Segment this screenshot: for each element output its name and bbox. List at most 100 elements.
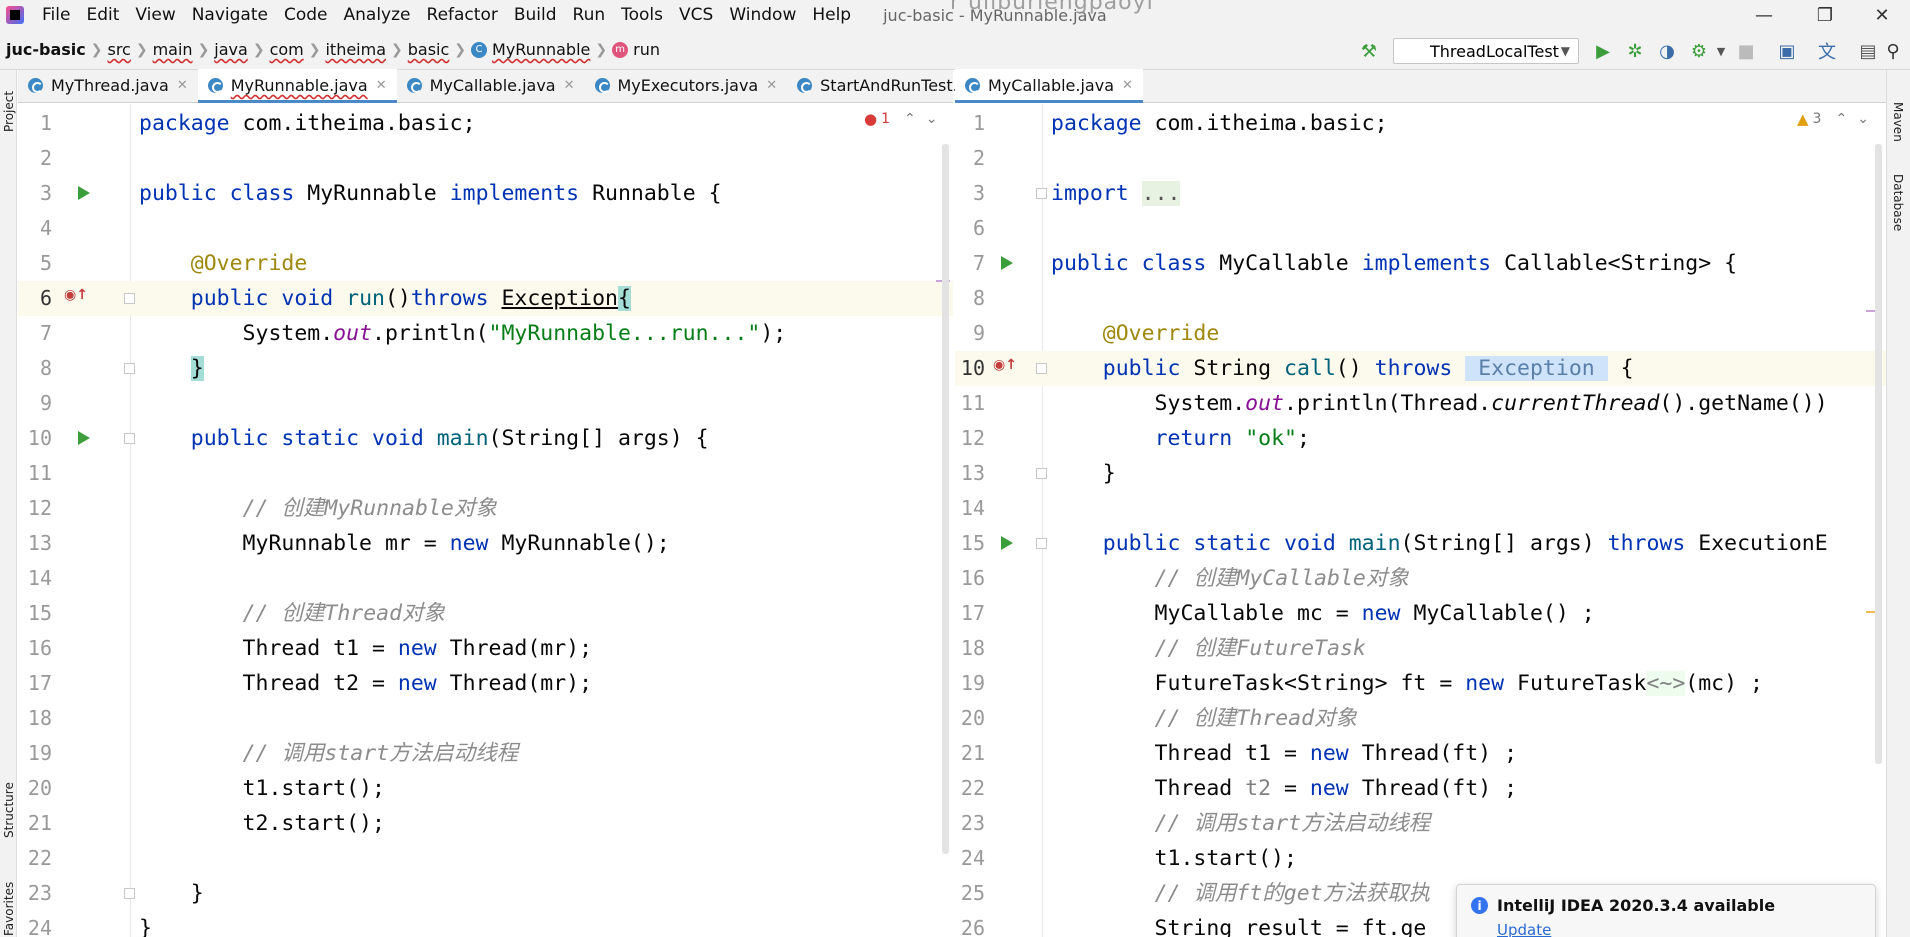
close-icon[interactable]: ✕ <box>177 78 188 93</box>
search-icon[interactable]: ⚲ <box>1880 38 1906 64</box>
tab-myrunnable[interactable]: MyRunnable.java ✕ <box>197 69 397 103</box>
close-icon[interactable]: ✕ <box>564 78 575 93</box>
fold-icon[interactable] <box>1036 538 1047 549</box>
code-line: 2 <box>955 141 1886 176</box>
code-text: // 创建FutureTask <box>1154 636 1366 661</box>
tab-mycallable-left[interactable]: MyCallable.java ✕ <box>397 69 585 102</box>
code-text: public static void main(String[] args) t… <box>1102 531 1828 556</box>
warning-icon: ▲ <box>1797 110 1809 128</box>
fold-icon[interactable] <box>124 433 135 444</box>
breadcrumb-project[interactable]: juc-basic <box>6 40 86 59</box>
menu-file[interactable]: File <box>34 0 78 30</box>
next-highlight-icon[interactable]: ⌄ <box>1857 111 1869 127</box>
menu-refactor[interactable]: Refactor <box>419 0 506 30</box>
code-text: System.out.println(Thread.currentThread(… <box>1051 391 1828 416</box>
run-gutter-icon[interactable] <box>1001 536 1013 550</box>
code-line: 19 // 调用start方法启动线程 <box>18 736 953 771</box>
fold-icon[interactable] <box>1036 363 1047 374</box>
breadcrumb-item-com[interactable]: ❯ com <box>248 40 304 59</box>
breadcrumb-item-itheima[interactable]: ❯ itheima <box>304 40 386 59</box>
tab-label: MyRunnable.java <box>230 76 368 95</box>
tab-mycallable-right[interactable]: MyCallable.java ✕ <box>955 69 1143 103</box>
menu-navigate[interactable]: Navigate <box>184 0 276 30</box>
run-icon[interactable]: ▶ <box>1590 38 1616 64</box>
next-highlight-icon[interactable]: ⌄ <box>926 111 938 127</box>
database-tool-button[interactable]: Database <box>1891 174 1905 231</box>
error-icon: ● <box>864 110 878 128</box>
run-gutter-icon[interactable] <box>1001 256 1013 270</box>
breadcrumb-item-java[interactable]: ❯ java <box>193 40 248 59</box>
tab-mythread[interactable]: MyThread.java ✕ <box>18 69 198 102</box>
vertical-scrollbar[interactable] <box>942 144 949 854</box>
left-editor[interactable]: 1 package com.itheima.basic; 2 3 public cl… <box>18 104 953 937</box>
breadcrumb-item-method[interactable]: ❯ m run <box>590 40 660 59</box>
update-link[interactable]: Update <box>1497 921 1551 937</box>
code-line: 22 <box>18 841 953 876</box>
vertical-scrollbar[interactable] <box>1875 144 1882 764</box>
coverage-icon[interactable]: ◑ <box>1654 38 1680 64</box>
breadcrumb-label: run <box>633 40 660 59</box>
breadcrumb-label: java <box>214 40 248 59</box>
breadcrumb-item-main[interactable]: ❯ main <box>131 40 193 59</box>
code-text: public class MyCallable implements Calla… <box>1051 251 1738 276</box>
menu-build[interactable]: Build <box>506 0 565 30</box>
breadcrumb-item-src[interactable]: ❯ src <box>86 40 131 59</box>
menu-code[interactable]: Code <box>276 0 336 30</box>
menu-view[interactable]: View <box>127 0 183 30</box>
breadcrumb-item-class[interactable]: ❯ C MyRunnable <box>449 40 590 59</box>
line-number: 19 <box>960 671 985 695</box>
favorites-tool-button[interactable]: Favorites <box>2 882 16 936</box>
translate-icon[interactable]: 文 <box>1814 38 1840 64</box>
intellij-logo-icon[interactable] <box>6 6 24 24</box>
menu-run[interactable]: Run <box>565 0 614 30</box>
implements-method-icon[interactable]: ◉↑ <box>64 287 88 303</box>
inspection-widget[interactable]: ● 1 ⌃ ⌄ <box>864 110 937 128</box>
close-icon[interactable]: ✕ <box>766 78 777 93</box>
close-window-icon[interactable]: ✕ <box>1854 0 1910 30</box>
run-gutter-icon[interactable] <box>78 431 90 445</box>
minimize-icon[interactable]: — <box>1736 0 1792 30</box>
line-number: 6 <box>972 216 985 240</box>
line-number: 11 <box>27 461 52 485</box>
breadcrumb-label: src <box>107 40 131 59</box>
error-count: 1 <box>881 111 891 127</box>
menu-help[interactable]: Help <box>804 0 859 30</box>
run-gutter-icon[interactable] <box>78 186 90 200</box>
project-structure-icon[interactable]: ▣ <box>1774 38 1800 64</box>
debug-icon[interactable]: ✲ <box>1622 38 1648 64</box>
previous-highlight-icon[interactable]: ⌃ <box>1835 111 1847 127</box>
fold-icon[interactable] <box>1036 468 1047 479</box>
structure-tool-button[interactable]: Structure <box>2 782 16 838</box>
class-icon <box>797 78 813 93</box>
implements-method-icon[interactable]: ◉↑ <box>993 357 1017 373</box>
right-editor[interactable]: 1 package com.itheima.basic; 2 3 import ..… <box>955 104 1886 937</box>
fold-icon[interactable] <box>124 888 135 899</box>
line-number: 21 <box>960 741 985 765</box>
maven-tool-button[interactable]: Maven <box>1891 102 1905 142</box>
close-icon[interactable]: ✕ <box>376 78 387 93</box>
line-number: 25 <box>960 881 985 905</box>
menu-tools[interactable]: Tools <box>613 0 671 30</box>
close-icon[interactable]: ✕ <box>1122 78 1133 93</box>
previous-highlight-icon[interactable]: ⌃ <box>904 111 916 127</box>
more-run-chevron-icon[interactable]: ▼ <box>1708 38 1734 64</box>
update-notification[interactable]: i IntelliJ IDEA 2020.3.4 available Updat… <box>1456 884 1876 937</box>
menu-edit[interactable]: Edit <box>78 0 127 30</box>
tab-myexecutors[interactable]: MyExecutors.java ✕ <box>585 69 788 102</box>
menu-window[interactable]: Window <box>721 0 804 30</box>
build-hammer-icon[interactable]: ⚒ <box>1356 38 1382 64</box>
expand-fold-icon[interactable] <box>1036 188 1047 199</box>
code-text: // 调用ft的get方法获取执 <box>1154 881 1431 906</box>
menu-vcs[interactable]: VCS <box>671 0 721 30</box>
fold-icon[interactable] <box>124 363 135 374</box>
stop-icon[interactable]: ■ <box>1733 38 1759 64</box>
project-tool-button[interactable]: Project <box>2 91 16 132</box>
restore-icon[interactable]: ❐ <box>1797 0 1853 30</box>
left-editor-tabbar: MyThread.java ✕ MyRunnable.java ✕ MyCallab… <box>18 69 984 103</box>
run-configuration-select[interactable]: ThreadLocalTest ▼ <box>1393 38 1579 64</box>
inspection-widget[interactable]: ▲ 3 ⌃ ⌄ <box>1797 110 1869 128</box>
fold-icon[interactable] <box>124 293 135 304</box>
breadcrumb-item-basic[interactable]: ❯ basic <box>386 40 449 59</box>
menu-analyze[interactable]: Analyze <box>336 0 419 30</box>
ide-window-icon[interactable]: ▤ <box>1855 38 1881 64</box>
